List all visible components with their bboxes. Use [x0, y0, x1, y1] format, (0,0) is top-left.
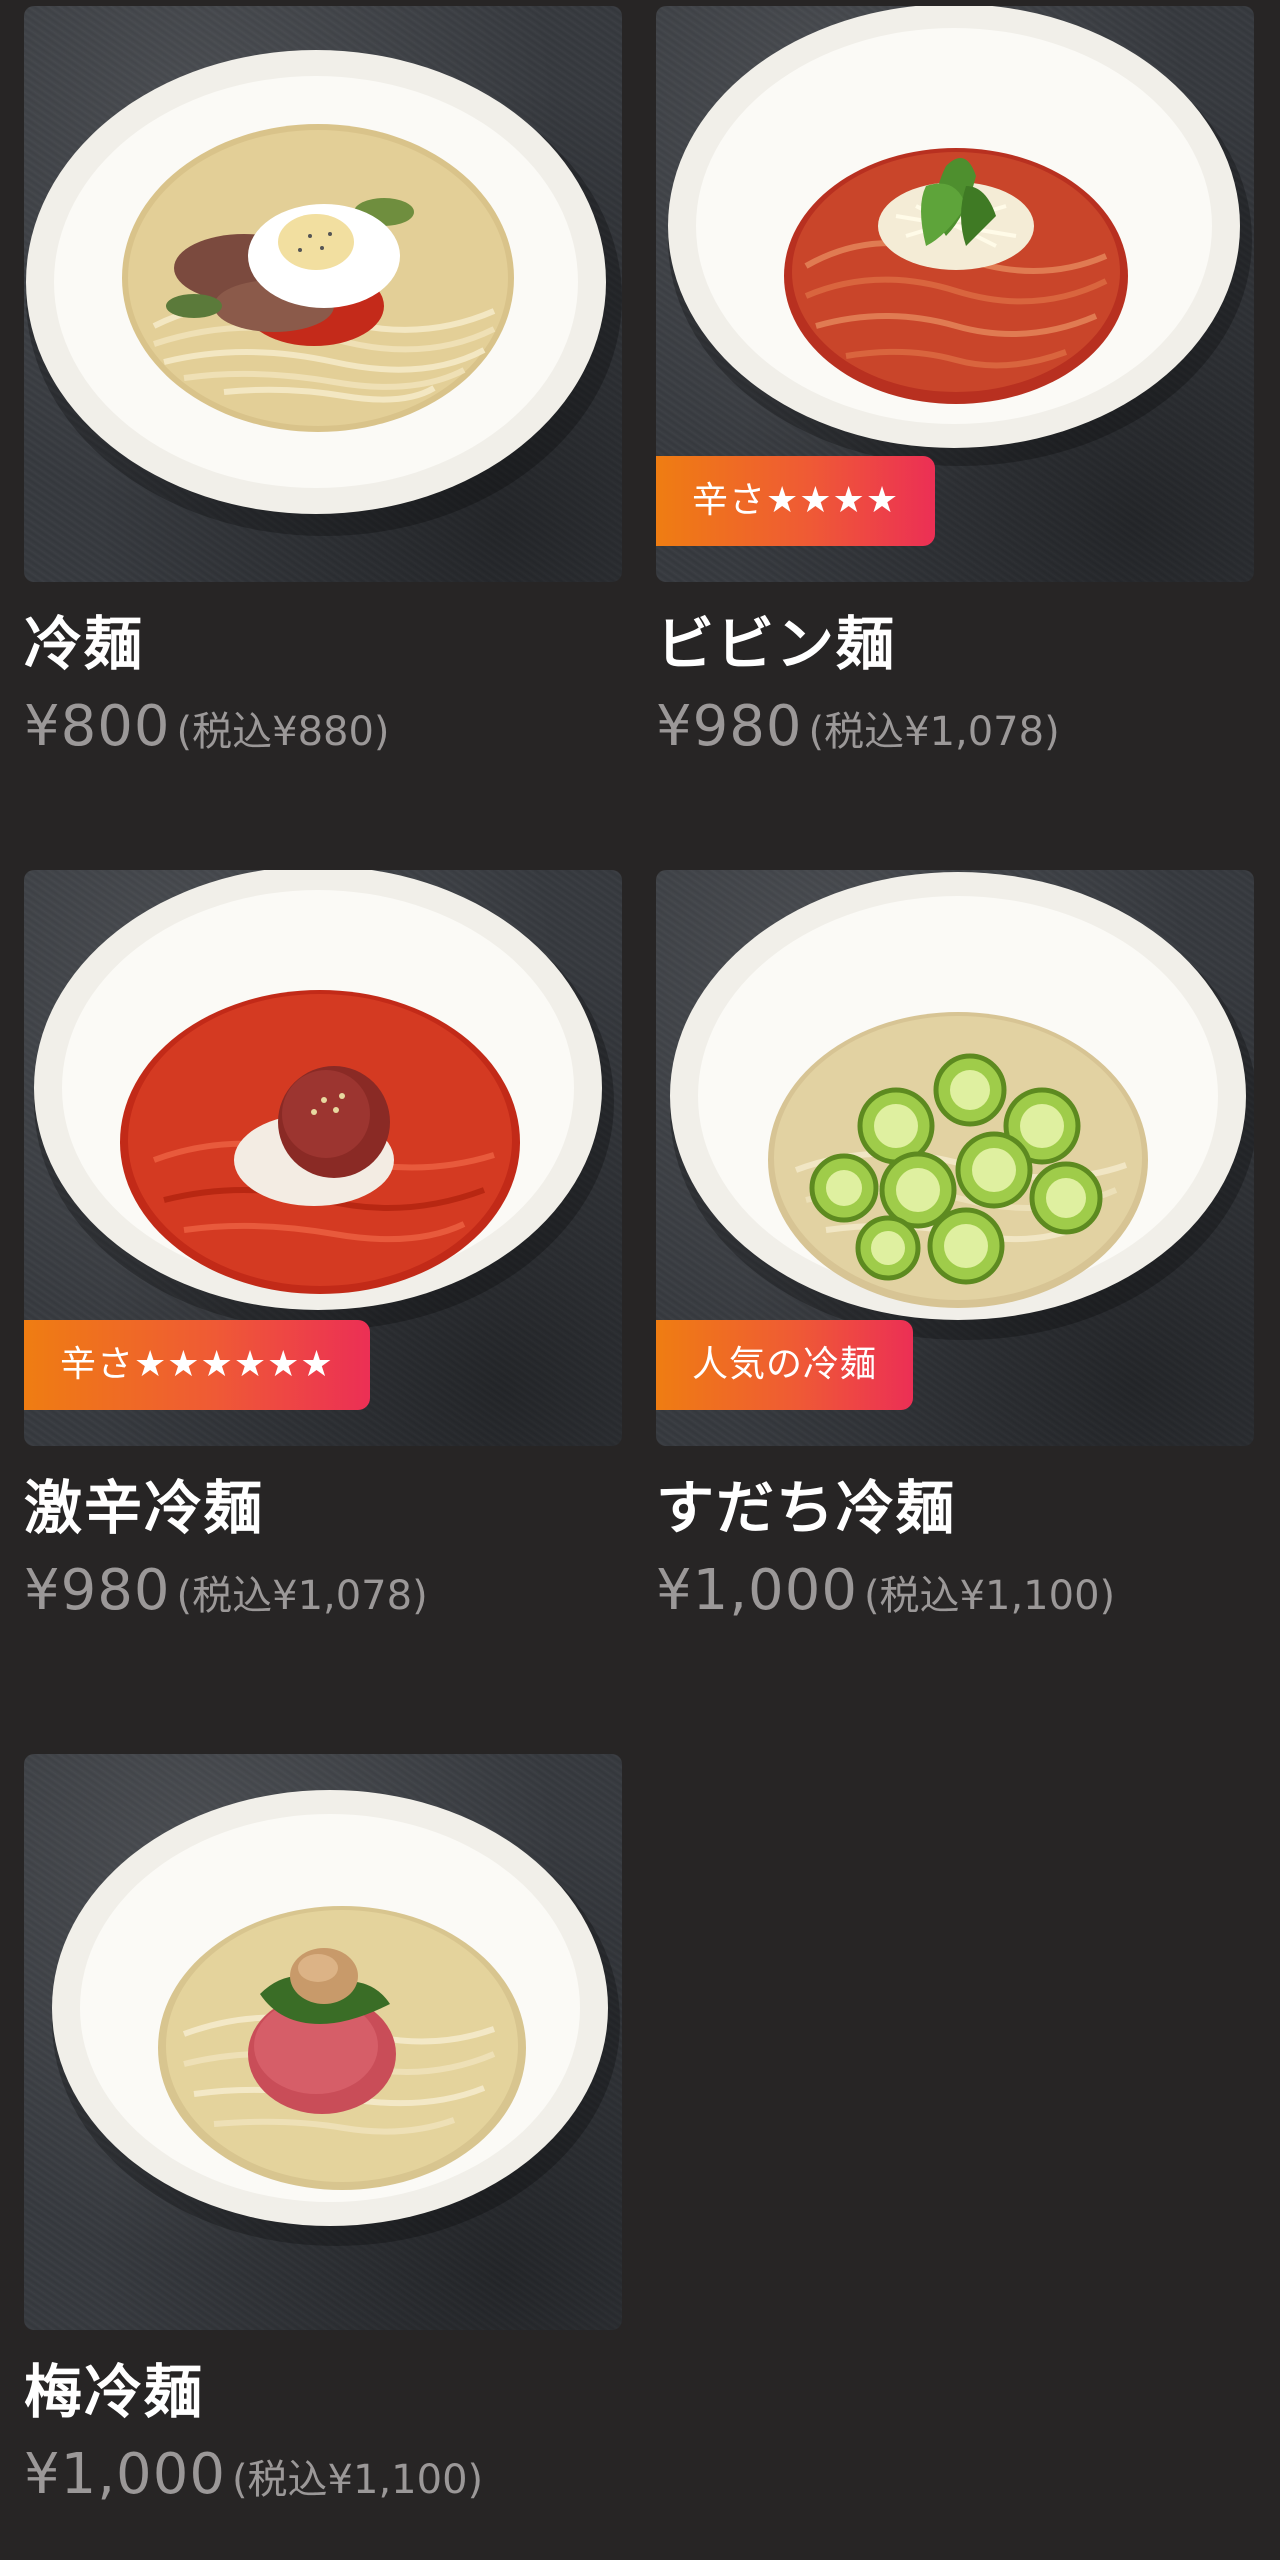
popular-badge: 人気の冷麺: [656, 1320, 914, 1410]
price-line: ¥800 (税込¥880): [24, 692, 622, 775]
dish-photo[interactable]: 辛さ★★★★: [656, 6, 1254, 582]
tax-included-price: (税込¥1,078): [808, 709, 1060, 755]
tax-included-price: (税込¥1,100): [231, 2457, 484, 2503]
price: ¥980: [656, 694, 803, 759]
tax-included-price: (税込¥1,100): [863, 1573, 1116, 1619]
dish-photo[interactable]: [24, 1754, 622, 2330]
dish-photo[interactable]: 辛さ★★★★★★: [24, 870, 622, 1446]
price: ¥1,000: [656, 1558, 858, 1623]
price: ¥980: [24, 1558, 171, 1623]
price-line: ¥1,000 (税込¥1,100): [656, 1556, 1254, 1639]
price-line: ¥1,000 (税込¥1,100): [24, 2440, 622, 2523]
tax-included-price: (税込¥880): [176, 709, 390, 755]
dish-name[interactable]: 激辛冷麺: [24, 1468, 622, 1548]
tax-included-price: (税込¥1,078): [176, 1573, 428, 1619]
menu-item-card[interactable]: 梅冷麺 ¥1,000 (税込¥1,100): [24, 1754, 622, 2523]
menu-item-card[interactable]: 人気の冷麺 すだち冷麺 ¥1,000 (税込¥1,100): [656, 870, 1254, 1639]
dish-name[interactable]: 梅冷麺: [24, 2352, 622, 2432]
price-line: ¥980 (税込¥1,078): [24, 1556, 622, 1639]
spice-level-badge: 辛さ★★★★: [656, 456, 936, 546]
spice-level-badge: 辛さ★★★★★★: [24, 1320, 370, 1410]
menu-item-card[interactable]: 辛さ★★★★ ビビン麺 ¥980 (税込¥1,078): [656, 6, 1254, 775]
price: ¥1,000: [24, 2442, 226, 2507]
price: ¥800: [24, 694, 171, 759]
dish-photo[interactable]: 人気の冷麺: [656, 870, 1254, 1446]
dish-name[interactable]: すだち冷麺: [656, 1468, 1254, 1548]
dish-photo[interactable]: [24, 6, 622, 582]
cold-noodle-image: [26, 50, 622, 536]
ume-noodle-image: [52, 1790, 620, 2246]
dish-name[interactable]: ビビン麺: [656, 604, 1254, 684]
dish-name[interactable]: 冷麺: [24, 604, 622, 684]
menu-item-card[interactable]: 冷麺 ¥800 (税込¥880): [24, 6, 622, 775]
price-line: ¥980 (税込¥1,078): [656, 692, 1254, 775]
menu-item-card[interactable]: 辛さ★★★★★★ 激辛冷麺 ¥980 (税込¥1,078): [24, 870, 622, 1639]
menu-grid: 冷麺 ¥800 (税込¥880) 辛さ★★★★ ビビン麺 ¥980 (税込¥1,…: [0, 0, 1280, 2560]
